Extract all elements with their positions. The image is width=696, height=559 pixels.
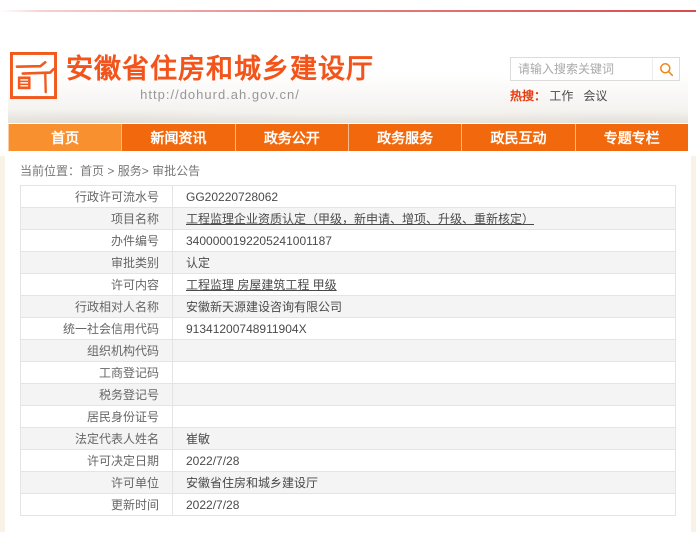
hot-search-link[interactable]: 工作 <box>549 89 573 103</box>
table-row: 更新时间 2022/7/28 <box>21 494 676 516</box>
nav-tab[interactable]: 政民互动 <box>461 124 574 151</box>
field-label: 居民身份证号 <box>21 406 173 428</box>
field-label: 工商登记码 <box>21 362 173 384</box>
field-label: 项目名称 <box>21 208 173 230</box>
breadcrumb: 当前位置：首页 > 服务> 审批公告 <box>5 157 691 183</box>
site-logo-icon <box>10 52 57 99</box>
breadcrumb-home-link[interactable]: 首页 <box>80 164 104 178</box>
field-value: 91341200748911904X <box>173 318 676 340</box>
table-row: 许可单位 安徽省住房和城乡建设厅 <box>21 472 676 494</box>
breadcrumb-section-link[interactable]: 服务 <box>118 164 142 178</box>
hot-search-label: 热搜： <box>510 89 546 103</box>
field-value: 认定 <box>173 252 676 274</box>
site-title: 安徽省住房和城乡建设厅 <box>66 54 374 85</box>
field-label: 审批类别 <box>21 252 173 274</box>
main-section: 当前位置：首页 > 服务> 审批公告 行政许可流水号 GG20220728062… <box>0 156 696 532</box>
field-value: GG20220728062 <box>173 186 676 208</box>
field-label: 许可决定日期 <box>21 450 173 472</box>
nav-tab[interactable]: 新闻资讯 <box>121 124 234 151</box>
field-label: 税务登记号 <box>21 384 173 406</box>
field-label: 法定代表人姓名 <box>21 428 173 450</box>
field-value: 安徽省住房和城乡建设厅 <box>173 472 676 494</box>
field-value <box>173 340 676 362</box>
field-value: 3400000192205241001187 <box>173 230 676 252</box>
hot-search-row: 热搜： 工作会议 <box>510 87 680 104</box>
field-value: 2022/7/28 <box>173 450 676 472</box>
table-row: 许可决定日期 2022/7/28 <box>21 450 676 472</box>
field-label: 行政许可流水号 <box>21 186 173 208</box>
site-url: http://dohurd.ah.gov.cn/ <box>66 87 374 102</box>
search-button[interactable] <box>652 58 679 80</box>
table-row: 许可内容 工程监理 房屋建筑工程 甲级 <box>21 274 676 296</box>
site-identity: 安徽省住房和城乡建设厅 http://dohurd.ah.gov.cn/ <box>66 54 374 102</box>
field-label: 行政相对人名称 <box>21 296 173 318</box>
search-box <box>510 57 680 81</box>
hot-search-link[interactable]: 会议 <box>583 89 607 103</box>
table-row: 项目名称 工程监理企业资质认定（甲级，新申请、增项、升级、重新核定） <box>21 208 676 230</box>
top-decoration-line <box>0 10 696 12</box>
table-row: 法定代表人姓名 崔敏 <box>21 428 676 450</box>
breadcrumb-separator: > <box>104 164 118 178</box>
approval-detail-rows: 行政许可流水号 GG20220728062 项目名称 工程监理企业资质认定（甲级… <box>21 186 676 516</box>
breadcrumb-separator: > <box>142 164 152 178</box>
nav-tab[interactable]: 首页 <box>8 124 121 151</box>
field-label: 组织机构代码 <box>21 340 173 362</box>
main-nav: 首页新闻资讯政务公开政务服务政民互动专题专栏 <box>8 124 688 151</box>
search-input[interactable] <box>511 58 652 80</box>
breadcrumb-label: 当前位置： <box>20 164 80 178</box>
field-value: 崔敏 <box>173 428 676 450</box>
field-value <box>173 384 676 406</box>
table-row: 审批类别 认定 <box>21 252 676 274</box>
table-row: 办件编号 3400000192205241001187 <box>21 230 676 252</box>
field-value: 2022/7/28 <box>173 494 676 516</box>
search-icon <box>659 62 674 77</box>
site-header: 安徽省住房和城乡建设厅 http://dohurd.ah.gov.cn/ 热搜：… <box>8 45 688 123</box>
table-row: 统一社会信用代码 91341200748911904X <box>21 318 676 340</box>
nav-tab[interactable]: 政务公开 <box>235 124 348 151</box>
table-row: 行政相对人名称 安徽新天源建设咨询有限公司 <box>21 296 676 318</box>
field-label: 统一社会信用代码 <box>21 318 173 340</box>
field-value: 工程监理企业资质认定（甲级，新申请、增项、升级、重新核定） <box>173 208 676 230</box>
table-row: 组织机构代码 <box>21 340 676 362</box>
field-value: 工程监理 房屋建筑工程 甲级 <box>173 274 676 296</box>
field-label: 更新时间 <box>21 494 173 516</box>
content-panel: 当前位置：首页 > 服务> 审批公告 行政许可流水号 GG20220728062… <box>5 156 691 532</box>
table-row: 税务登记号 <box>21 384 676 406</box>
search-area: 热搜： 工作会议 <box>510 57 680 104</box>
field-label: 许可内容 <box>21 274 173 296</box>
nav-tab[interactable]: 政务服务 <box>348 124 461 151</box>
breadcrumb-current: 审批公告 <box>152 164 200 178</box>
approval-detail-table: 行政许可流水号 GG20220728062 项目名称 工程监理企业资质认定（甲级… <box>20 185 676 516</box>
table-row: 工商登记码 <box>21 362 676 384</box>
field-value <box>173 406 676 428</box>
field-label: 办件编号 <box>21 230 173 252</box>
field-value <box>173 362 676 384</box>
table-row: 行政许可流水号 GG20220728062 <box>21 186 676 208</box>
field-label: 许可单位 <box>21 472 173 494</box>
field-value: 安徽新天源建设咨询有限公司 <box>173 296 676 318</box>
table-row: 居民身份证号 <box>21 406 676 428</box>
nav-tab[interactable]: 专题专栏 <box>575 124 688 151</box>
